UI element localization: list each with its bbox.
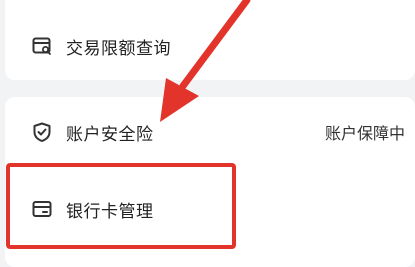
menu-item-label: 交易限额查询 <box>66 38 171 59</box>
insurance-status-text: 账户保障中 <box>325 124 406 143</box>
menu-item-label: 账户安全险 <box>66 124 154 145</box>
bank-card-icon <box>31 198 53 220</box>
shield-check-icon <box>31 121 53 143</box>
menu-item-account-insurance[interactable]: 账户安全险 账户保障中 <box>0 114 415 150</box>
menu-item-trade-limit[interactable]: 交易限额查询 <box>0 28 415 64</box>
menu-item-label: 银行卡管理 <box>66 201 154 222</box>
menu-item-bank-card[interactable]: 银行卡管理 <box>0 191 415 227</box>
receipt-search-icon <box>31 35 53 57</box>
